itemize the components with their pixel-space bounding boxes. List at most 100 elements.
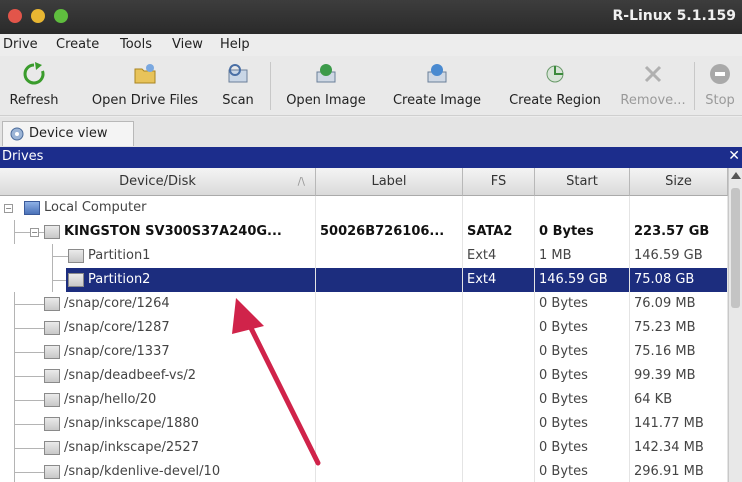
menu-view[interactable]: View — [172, 37, 203, 52]
size-cell: 75.16 MB — [630, 340, 728, 364]
disk-icon — [68, 249, 84, 263]
scroll-up-icon[interactable] — [731, 172, 741, 179]
open-drive-files-button[interactable]: Open Drive Files — [80, 60, 210, 114]
start-cell — [535, 196, 630, 220]
start-cell: 0 Bytes — [535, 220, 630, 244]
label-cell — [316, 436, 463, 460]
panel-title: Drives — [2, 149, 44, 164]
open-image-button[interactable]: Open Image — [278, 60, 374, 114]
menu-create[interactable]: Create — [56, 37, 99, 52]
vertical-scrollbar[interactable] — [728, 168, 742, 482]
tab-strip: Device view — [0, 117, 742, 147]
expander-icon[interactable]: − — [4, 204, 13, 213]
label-cell — [316, 460, 463, 482]
start-cell: 0 Bytes — [535, 364, 630, 388]
table-row-selected[interactable]: Partition2 Ext4 146.59 GB 75.08 GB — [0, 268, 728, 292]
device-name-cell: /snap/core/1337 — [42, 340, 316, 364]
fs-cell — [463, 460, 535, 482]
start-cell: 0 Bytes — [535, 388, 630, 412]
device-name: /snap/inkscape/2527 — [64, 440, 199, 455]
fs-cell — [463, 436, 535, 460]
scroll-thumb[interactable] — [731, 188, 740, 308]
device-name: /snap/inkscape/1880 — [64, 416, 199, 431]
size-cell — [630, 196, 728, 220]
menu-tools[interactable]: Tools — [120, 37, 152, 52]
start-cell: 0 Bytes — [535, 436, 630, 460]
minimize-window-button[interactable] — [31, 9, 45, 23]
size-cell: 296.91 MB — [630, 460, 728, 482]
table-row[interactable]: /snap/inkscape/1880 0 Bytes 141.77 MB — [0, 412, 728, 436]
create-region-button[interactable]: Create Region — [500, 60, 610, 114]
device-name: Local Computer — [44, 200, 147, 215]
computer-icon — [24, 201, 40, 215]
menu-help[interactable]: Help — [220, 37, 250, 52]
column-header-device[interactable]: Device/Disk /\ — [0, 168, 316, 196]
device-name-cell: Partition2 — [66, 268, 316, 292]
label-cell: 50026B726106... — [316, 220, 463, 244]
remove-icon — [644, 65, 662, 83]
fs-cell — [463, 340, 535, 364]
window-title: R-Linux 5.1.159 — [612, 8, 737, 24]
column-header-label[interactable]: Label — [316, 168, 463, 196]
disk-icon — [68, 273, 84, 287]
column-header-size[interactable]: Size — [630, 168, 728, 196]
maximize-window-button[interactable] — [54, 9, 68, 23]
fs-cell: Ext4 — [463, 268, 535, 292]
table-row[interactable]: − KINGSTON SV300S37A240G... 50026B726106..… — [0, 220, 728, 244]
column-header-fs[interactable]: FS — [463, 168, 535, 196]
label-cell — [316, 196, 463, 220]
fs-cell: Ext4 — [463, 244, 535, 268]
table-row[interactable]: Partition1 Ext4 1 MB 146.59 GB — [0, 244, 728, 268]
close-window-button[interactable] — [8, 9, 22, 23]
device-name: /snap/kdenlive-devel/10 — [64, 464, 221, 479]
label-cell — [316, 316, 463, 340]
refresh-button[interactable]: Refresh — [2, 60, 66, 114]
start-cell: 0 Bytes — [535, 340, 630, 364]
start-cell: 1 MB — [535, 244, 630, 268]
fs-cell — [463, 292, 535, 316]
start-cell: 0 Bytes — [535, 460, 630, 482]
title-bar: R-Linux 5.1.159 — [0, 0, 742, 34]
device-name-cell: /snap/core/1264 — [42, 292, 316, 316]
close-icon[interactable]: ✕ — [728, 148, 740, 164]
table-row[interactable]: /snap/inkscape/2527 0 Bytes 142.34 MB — [0, 436, 728, 460]
table-row[interactable]: /snap/deadbeef-vs/2 0 Bytes 99.39 MB — [0, 364, 728, 388]
fs-cell: SATA2 — [463, 220, 535, 244]
toolbar: Refresh Open Drive Files Scan Open Image… — [0, 56, 742, 116]
menu-bar: Drive Create Tools View Help — [0, 34, 742, 56]
folder-open-icon — [134, 64, 156, 84]
device-name-cell: /snap/deadbeef-vs/2 — [42, 364, 316, 388]
start-cell: 0 Bytes — [535, 412, 630, 436]
table-row[interactable]: /snap/core/1287 0 Bytes 75.23 MB — [0, 316, 728, 340]
device-name-cell: /snap/hello/20 — [42, 388, 316, 412]
table-row[interactable]: − Local Computer — [0, 196, 728, 220]
device-name-cell: /snap/kdenlive-devel/10 — [42, 460, 316, 482]
table-row[interactable]: /snap/core/1264 0 Bytes 76.09 MB — [0, 292, 728, 316]
table-row[interactable]: /snap/core/1337 0 Bytes 75.16 MB — [0, 340, 728, 364]
tab-device-view[interactable]: Device view — [2, 121, 134, 146]
column-header-start[interactable]: Start — [535, 168, 630, 196]
device-name-cell: /snap/inkscape/1880 — [42, 412, 316, 436]
label-cell — [316, 268, 463, 292]
size-cell: 75.23 MB — [630, 316, 728, 340]
table-row[interactable]: /snap/hello/20 0 Bytes 64 KB — [0, 388, 728, 412]
device-name: /snap/core/1287 — [64, 320, 170, 335]
disk-icon — [44, 297, 60, 311]
start-cell: 146.59 GB — [535, 268, 630, 292]
remove-button[interactable]: Remove... — [618, 60, 688, 114]
scan-button[interactable]: Scan — [215, 60, 261, 114]
menu-drive[interactable]: Drive — [3, 37, 38, 52]
create-region-icon — [546, 65, 564, 83]
device-name-cell: KINGSTON SV300S37A240G... — [42, 220, 316, 244]
expander-icon[interactable]: − — [30, 228, 39, 237]
start-cell: 0 Bytes — [535, 316, 630, 340]
label-cell — [316, 244, 463, 268]
stop-button[interactable]: Stop — [700, 60, 740, 114]
create-image-button[interactable]: Create Image — [384, 60, 490, 114]
drives-panel-header: Drives ✕ — [0, 147, 742, 168]
disk-icon — [44, 393, 60, 407]
device-name: /snap/core/1264 — [64, 296, 170, 311]
device-name-cell: /snap/core/1287 — [42, 316, 316, 340]
table-row[interactable]: /snap/kdenlive-devel/10 0 Bytes 296.91 MB — [0, 460, 728, 482]
device-name-cell: Local Computer — [22, 196, 316, 220]
